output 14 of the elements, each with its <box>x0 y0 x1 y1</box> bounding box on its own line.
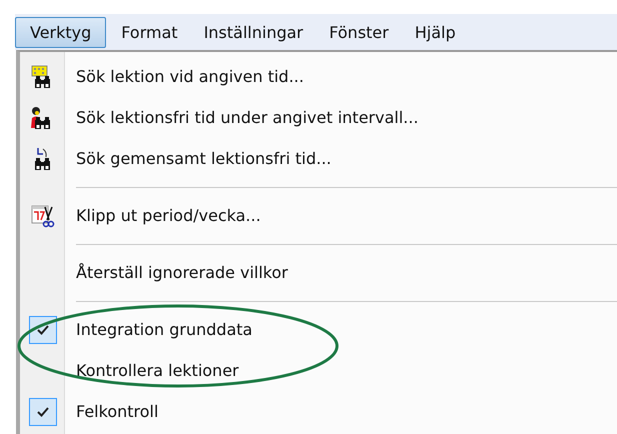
menu-bar-item[interactable]: Inställningar <box>192 16 314 48</box>
menu-item[interactable]: Felkontroll <box>66 402 158 421</box>
menu-bar-item[interactable]: Verktyg <box>15 16 106 48</box>
calendar-scissors-icon <box>31 204 55 228</box>
menu-item[interactable]: Återställ ignorerade villkor <box>66 263 288 282</box>
menu-bar-item[interactable]: Hjälp <box>404 16 467 48</box>
menu-item[interactable]: Kontrollera lektioner <box>66 361 239 380</box>
menu-item[interactable]: Sök lektion vid angiven tid... <box>66 67 304 86</box>
menu-item[interactable]: Integration grunddata <box>66 320 252 339</box>
menu-bar-item[interactable]: Format <box>110 16 189 48</box>
menu-item[interactable]: Klipp ut period/vecka... <box>66 206 261 225</box>
menu-item[interactable]: Sök gemensamt lektionsfri tid... <box>66 149 332 168</box>
menu-item[interactable]: Sök lektionsfri tid under angivet intervall... <box>66 108 418 127</box>
menu-bar-item[interactable]: Fönster <box>318 16 400 48</box>
